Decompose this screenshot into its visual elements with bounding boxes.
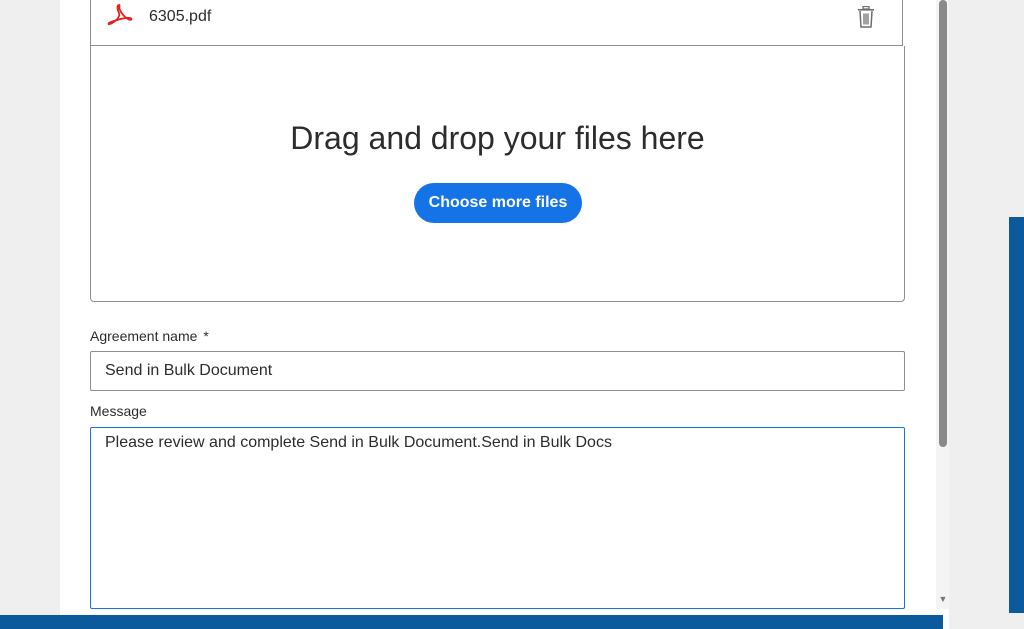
agreement-name-label: Agreement name * xyxy=(90,328,209,344)
message-textarea[interactable]: Please review and complete Send in Bulk … xyxy=(90,427,905,609)
attached-file-row: 6305.pdf xyxy=(90,0,903,46)
choose-more-files-button[interactable]: Choose more files xyxy=(414,183,582,223)
agreement-name-label-text: Agreement name xyxy=(90,328,198,344)
agreement-name-input[interactable] xyxy=(90,351,905,391)
scrollbar-thumb[interactable] xyxy=(939,0,947,447)
message-label: Message xyxy=(90,403,147,419)
scroll-down-arrow-icon[interactable]: ▼ xyxy=(937,594,949,604)
file-dropzone[interactable]: Drag and drop your files here Choose mor… xyxy=(90,46,905,302)
dropzone-title: Drag and drop your files here xyxy=(290,120,705,156)
pdf-icon xyxy=(107,4,133,26)
trash-icon[interactable] xyxy=(856,5,876,28)
file-name: 6305.pdf xyxy=(149,8,212,25)
required-marker: * xyxy=(203,328,209,344)
window-bottom-bar xyxy=(0,615,943,629)
window-side-bar xyxy=(1009,217,1024,613)
